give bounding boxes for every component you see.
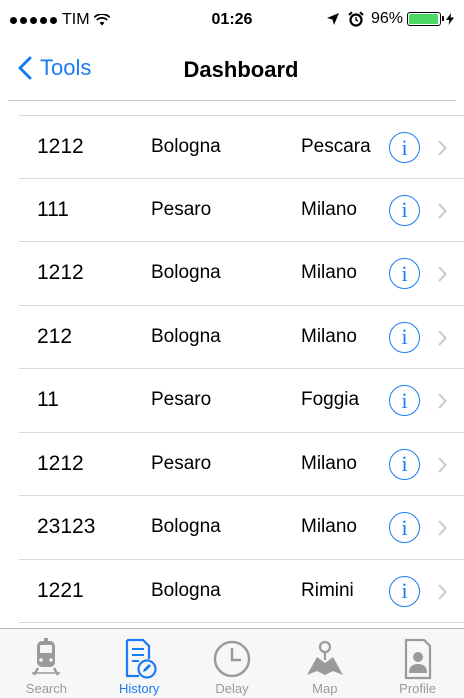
- train-number: 1221: [37, 578, 84, 602]
- history-edit-icon: [117, 637, 161, 681]
- status-bar: TIM 01:26 96%: [0, 0, 464, 40]
- page-title: Dashboard: [183, 57, 299, 82]
- tab-label: Profile: [399, 681, 437, 696]
- info-icon[interactable]: i: [389, 385, 420, 416]
- tab-label: History: [118, 681, 160, 696]
- list-item[interactable]: 1221 Bologna Rimini i: [19, 560, 464, 623]
- departure-station: Pesaro: [151, 389, 212, 411]
- info-icon[interactable]: i: [389, 575, 420, 607]
- alarm-icon: [348, 11, 364, 27]
- train-number: 111: [37, 197, 69, 221]
- arrival-station: Milano: [301, 262, 357, 284]
- train-number: 1212: [37, 134, 84, 158]
- list-item[interactable]: 23123 Bologna Milano i: [19, 496, 464, 560]
- list-item[interactable]: 111 Pesaro Milano i: [19, 179, 464, 242]
- info-icon[interactable]: i: [389, 448, 420, 480]
- chevron-right-icon: [438, 203, 447, 218]
- arrival-station: Milano: [301, 516, 357, 538]
- nav-divider: [8, 100, 456, 101]
- arrival-station: Foggia: [301, 389, 360, 411]
- clock-icon: [210, 637, 254, 681]
- chevron-right-icon: [438, 393, 447, 409]
- chevron-right-icon: [438, 584, 447, 599]
- arrival-station: Pescara: [301, 135, 371, 157]
- arrival-station: Milano: [301, 452, 357, 474]
- arrival-station: Milano: [301, 198, 357, 220]
- tab-search[interactable]: Search: [0, 629, 93, 698]
- list-item[interactable]: 11 Pesaro Foggia i: [19, 369, 464, 433]
- departure-station: Bologna: [151, 135, 221, 157]
- chevron-right-icon: [438, 140, 447, 156]
- info-icon[interactable]: i: [389, 321, 420, 353]
- location-arrow-icon: [326, 13, 339, 25]
- departure-station: Pesaro: [151, 198, 212, 220]
- history-list: 1212 Bologna Pescara i 111 Pesaro Milano i 1212 B…: [0, 115, 464, 623]
- tab-delay[interactable]: Delay: [186, 629, 279, 698]
- list-item[interactable]: 1212 Bologna Milano i: [19, 242, 464, 306]
- chevron-right-icon: [438, 266, 447, 282]
- train-number: 212: [37, 324, 73, 348]
- battery-percentage: 96%: [370, 10, 403, 27]
- info-icon[interactable]: i: [389, 194, 420, 226]
- departure-station: Pesaro: [151, 452, 212, 474]
- departure-station: Bologna: [151, 579, 221, 601]
- chevron-right-icon: [438, 520, 447, 536]
- departure-station: Bologna: [151, 262, 221, 284]
- arrival-station: Rimini: [301, 579, 354, 601]
- train-number: 1212: [37, 451, 84, 475]
- charging-bolt-icon: [446, 13, 454, 25]
- tab-label: Delay: [215, 681, 249, 696]
- tab-map[interactable]: Map: [278, 629, 371, 698]
- tab-bar: Search History Delay Map Profile: [0, 628, 464, 698]
- train-number: 11: [37, 388, 59, 412]
- train-icon: [24, 637, 68, 681]
- navigation-bar: Tools Dashboard: [0, 40, 464, 100]
- chevron-right-icon: [438, 457, 447, 472]
- train-number: 1212: [37, 261, 84, 285]
- chevron-right-icon: [438, 330, 447, 345]
- list-item[interactable]: 1212 Pesaro Milano i: [19, 433, 464, 496]
- list-item[interactable]: 212 Bologna Milano i: [19, 306, 464, 369]
- departure-station: Bologna: [151, 325, 221, 347]
- tab-profile[interactable]: Profile: [371, 629, 464, 698]
- info-icon[interactable]: i: [389, 132, 420, 163]
- battery-icon: [407, 12, 444, 26]
- tab-history[interactable]: History: [93, 629, 186, 698]
- info-icon[interactable]: i: [389, 258, 420, 289]
- status-right: 96%: [326, 10, 454, 28]
- departure-station: Bologna: [151, 516, 221, 538]
- list-item[interactable]: 1212 Bologna Pescara i: [19, 115, 464, 179]
- map-icon: [303, 637, 347, 681]
- profile-icon: [396, 637, 440, 681]
- train-number: 23123: [37, 515, 96, 539]
- arrival-station: Milano: [301, 325, 357, 347]
- info-icon[interactable]: i: [389, 512, 420, 543]
- tab-label: Map: [312, 681, 338, 696]
- tab-label: Search: [25, 681, 67, 696]
